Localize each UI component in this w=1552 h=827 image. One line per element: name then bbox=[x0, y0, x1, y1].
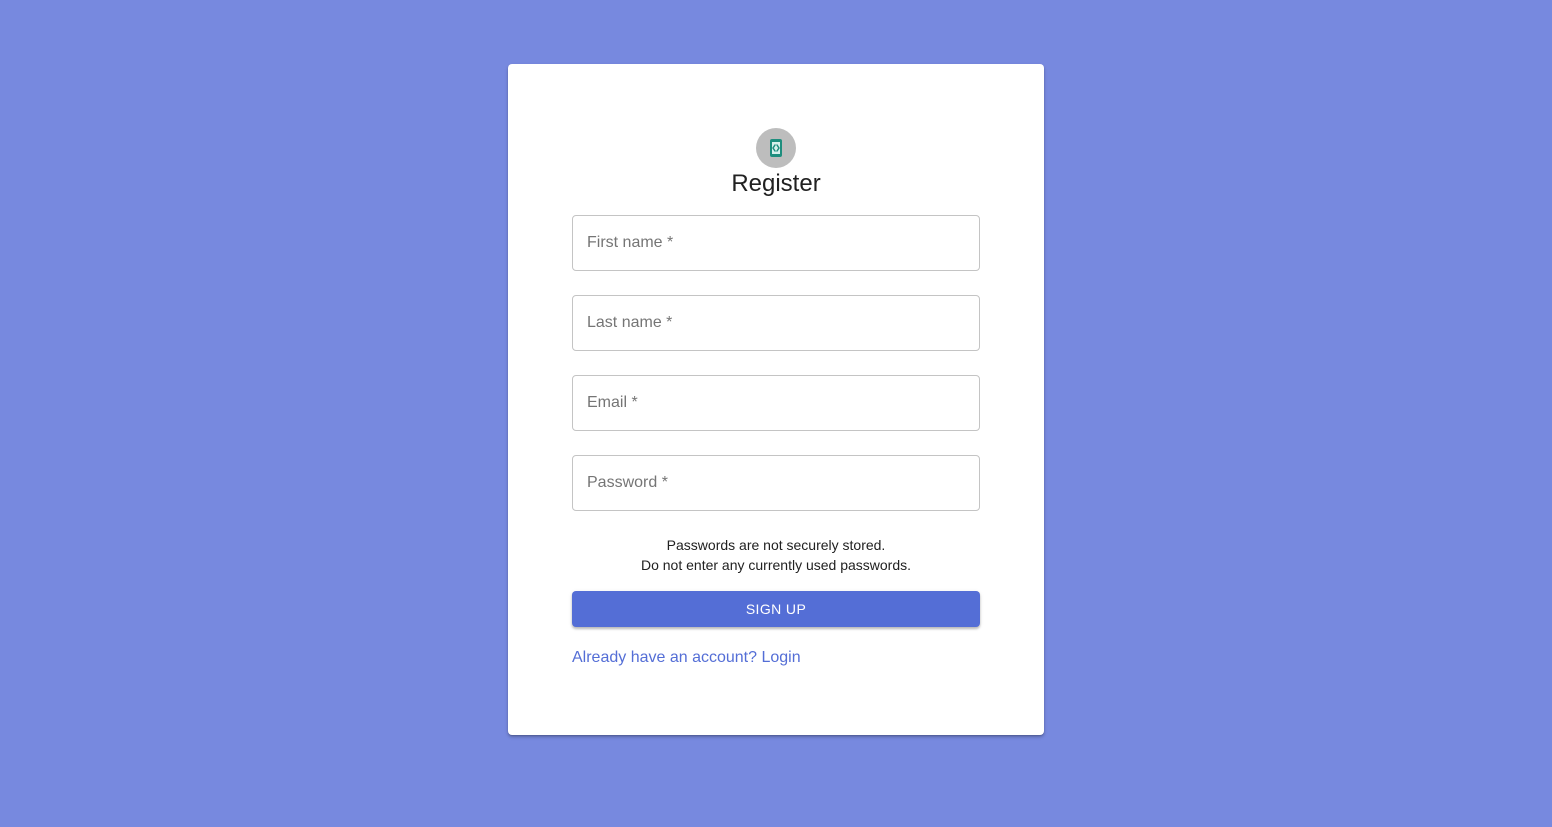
email-field[interactable] bbox=[573, 376, 979, 430]
page-title: Register bbox=[731, 170, 821, 197]
avatar bbox=[756, 128, 796, 168]
last-name-field[interactable] bbox=[573, 296, 979, 350]
login-link[interactable]: Already have an account? Login bbox=[572, 648, 801, 668]
password-notice-line1: Passwords are not securely stored. bbox=[666, 537, 886, 553]
password-notice-line2: Do not enter any currently used password… bbox=[640, 557, 912, 573]
password-field[interactable] bbox=[573, 456, 979, 510]
app-logo-icon bbox=[767, 138, 785, 158]
signup-button[interactable]: SIGN UP bbox=[572, 591, 980, 627]
first-name-field-container bbox=[572, 215, 980, 271]
email-field-container bbox=[572, 375, 980, 431]
password-field-container bbox=[572, 455, 980, 511]
register-card: Register Passwords are not securely stor… bbox=[508, 64, 1044, 735]
first-name-field[interactable] bbox=[573, 216, 979, 270]
password-notice: Passwords are not securely stored. Do no… bbox=[508, 535, 1044, 575]
last-name-field-container bbox=[572, 295, 980, 351]
